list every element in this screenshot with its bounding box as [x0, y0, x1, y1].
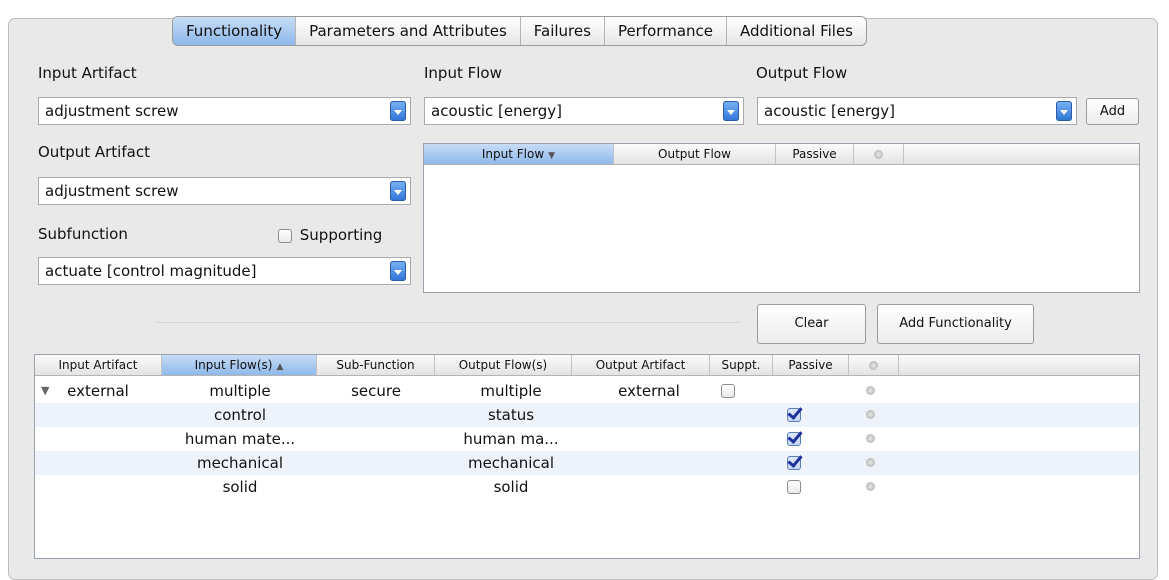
row-options-icon[interactable] [866, 386, 875, 395]
col-input-artifact[interactable]: Input Artifact [35, 355, 162, 375]
chevron-down-icon [723, 101, 739, 121]
col-passive[interactable]: Passive [773, 355, 849, 375]
tab-functionality[interactable]: Functionality [173, 17, 297, 45]
table-row[interactable]: ▼ external multiple secure multiple external [35, 379, 1139, 403]
input-flow-select[interactable]: acoustic [energy] [424, 97, 744, 125]
tab-performance[interactable]: Performance [605, 17, 727, 45]
col-input-flows[interactable]: Input Flow(s) ▲ [162, 355, 317, 375]
table-cell-input-flow: human mate... [184, 430, 296, 448]
output-flow-select[interactable]: acoustic [energy] [757, 97, 1077, 125]
table-cell-input-artifact: external [67, 382, 129, 400]
tab-additional-files[interactable]: Additional Files [727, 17, 866, 45]
passive-checkbox[interactable] [787, 480, 801, 494]
chevron-down-icon [390, 261, 406, 281]
passive-checkbox[interactable] [787, 408, 801, 422]
row-options-icon[interactable] [866, 410, 875, 419]
output-flow-label: Output Flow [756, 64, 848, 82]
col-output-flows[interactable]: Output Flow(s) [435, 355, 572, 375]
passive-checkbox[interactable] [787, 456, 801, 470]
sort-asc-icon: ▲ [276, 362, 284, 372]
table-row[interactable]: solid solid [35, 475, 1139, 499]
table-cell-sub-function: secure [351, 382, 401, 400]
table-cell-input-flow: multiple [209, 382, 271, 400]
functionality-table-header: Input Artifact Input Flow(s) ▲ Sub-Functi… [35, 355, 1139, 376]
subfunction-label: Subfunction [38, 225, 128, 243]
flow-col-input-flow[interactable]: Input Flow ▼ [424, 144, 614, 164]
table-cell-output-flow: multiple [480, 382, 542, 400]
output-artifact-label: Output Artifact [38, 143, 150, 161]
sort-desc-icon: ▼ [548, 151, 556, 161]
column-options-icon[interactable] [849, 355, 899, 375]
table-row[interactable]: mechanical mechanical [35, 451, 1139, 475]
table-cell-output-flow: mechanical [467, 454, 555, 472]
tab-failures[interactable]: Failures [521, 17, 605, 45]
flow-col-output-flow[interactable]: Output Flow [614, 144, 776, 164]
input-artifact-value: adjustment screw [45, 102, 179, 120]
table-cell-output-flow: human ma... [463, 430, 559, 448]
output-artifact-value: adjustment screw [45, 182, 179, 200]
table-cell-input-flow: control [214, 406, 266, 424]
table-cell-output-artifact: external [618, 382, 680, 400]
output-artifact-select[interactable]: adjustment screw [38, 177, 411, 205]
tab-bar: Functionality Parameters and Attributes … [172, 16, 867, 46]
table-row[interactable]: human mate... human ma... [35, 427, 1139, 451]
input-artifact-select[interactable]: adjustment screw [38, 97, 411, 125]
supporting-label: Supporting [299, 226, 383, 244]
subfunction-select[interactable]: actuate [control magnitude] [38, 257, 411, 285]
subfunction-value: actuate [control magnitude] [45, 262, 257, 280]
functionality-table[interactable]: Input Artifact Input Flow(s) ▲ Sub-Functi… [34, 354, 1140, 559]
chevron-down-icon [390, 101, 406, 121]
chevron-down-icon [1056, 101, 1072, 121]
clear-button[interactable]: Clear [757, 304, 866, 344]
col-output-artifact[interactable]: Output Artifact [572, 355, 710, 375]
row-options-icon[interactable] [866, 482, 875, 491]
chevron-down-icon [390, 181, 406, 201]
input-flow-value: acoustic [energy] [431, 102, 562, 120]
row-options-icon[interactable] [866, 434, 875, 443]
table-cell-output-flow: status [487, 406, 535, 424]
table-cell-output-flow: solid [493, 478, 529, 496]
input-flow-label: Input Flow [424, 64, 502, 82]
col-suppt[interactable]: Suppt. [710, 355, 773, 375]
supporting-checkbox[interactable] [278, 228, 292, 243]
flow-table-header: Input Flow ▼ Output Flow Passive [424, 144, 1139, 165]
flow-table[interactable]: Input Flow ▼ Output Flow Passive [423, 143, 1140, 293]
tab-parameters-and-attributes[interactable]: Parameters and Attributes [296, 17, 521, 45]
passive-checkbox[interactable] [787, 432, 801, 446]
column-options-icon[interactable] [854, 144, 904, 164]
table-cell-input-flow: mechanical [196, 454, 284, 472]
flow-col-passive[interactable]: Passive [776, 144, 854, 164]
input-artifact-label: Input Artifact [38, 64, 137, 82]
suppt-checkbox[interactable] [721, 384, 735, 398]
add-flow-button[interactable]: Add [1086, 98, 1139, 125]
col-sub-function[interactable]: Sub-Function [317, 355, 435, 375]
divider [155, 322, 740, 323]
add-functionality-button[interactable]: Add Functionality [877, 304, 1034, 344]
output-flow-value: acoustic [energy] [764, 102, 895, 120]
row-options-icon[interactable] [866, 458, 875, 467]
table-cell-input-flow: solid [222, 478, 258, 496]
supporting-checkbox-group[interactable]: Supporting [278, 226, 382, 244]
table-row[interactable]: control status [35, 403, 1139, 427]
